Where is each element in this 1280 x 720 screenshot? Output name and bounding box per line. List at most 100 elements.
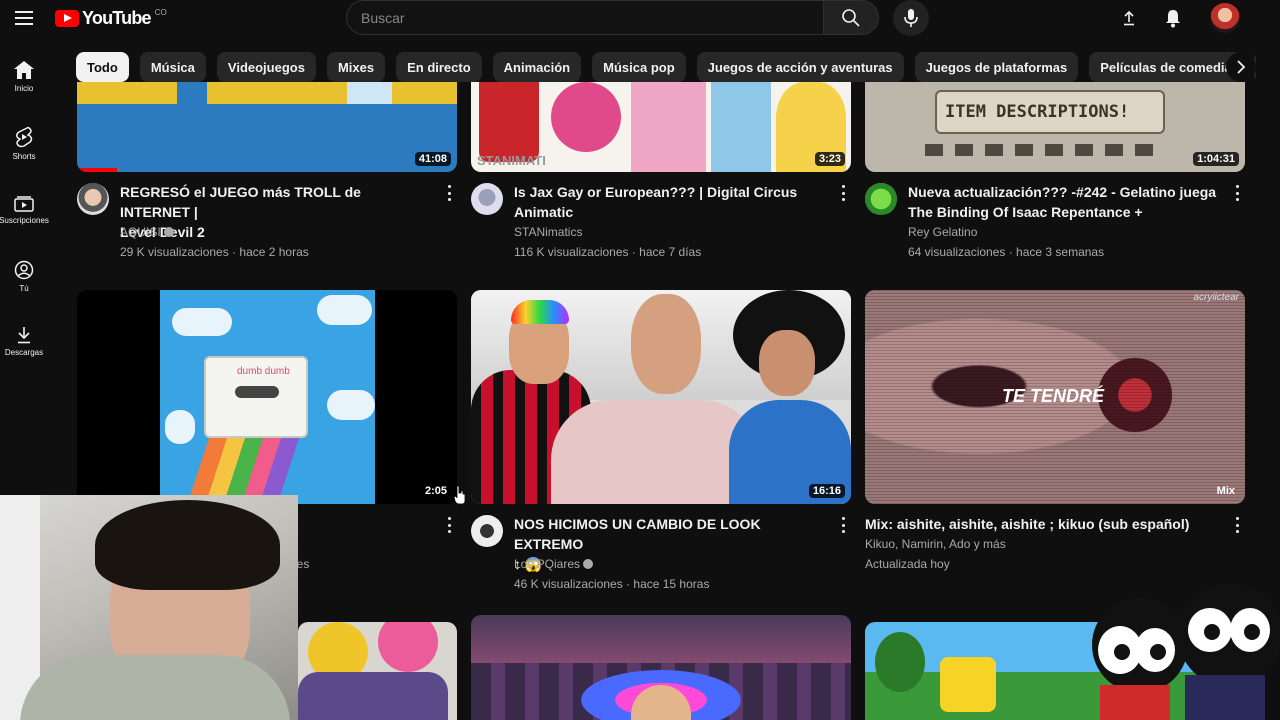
video-thumbnail[interactable]: 16:16: [471, 290, 851, 504]
youtube-app: YouTube CO Inicio Shorts: [0, 0, 1280, 720]
video-duration: Mix: [1216, 485, 1235, 497]
video-stats: 29 K visualizaciones · hace 2 horas: [120, 245, 309, 259]
video-thumbnail[interactable]: TE TENDRÉ acryiictear Mix: [865, 290, 1245, 504]
chip-2[interactable]: Videojuegos: [216, 52, 316, 82]
sidebar-item-you[interactable]: Tú: [0, 260, 48, 293]
account-avatar[interactable]: [1210, 3, 1240, 33]
channel-name[interactable]: STANimatics: [514, 222, 582, 242]
video-thumbnail[interactable]: [298, 622, 457, 720]
channel-name[interactable]: Rey Gelatino: [908, 222, 977, 242]
chip-5[interactable]: Animación: [492, 52, 582, 82]
more-options-icon[interactable]: [447, 517, 451, 533]
youtube-logo-icon: [55, 10, 79, 27]
you-icon: [14, 260, 34, 280]
shorts-icon: [15, 126, 33, 148]
video-duration: 16:16: [808, 484, 845, 498]
verified-icon: [163, 227, 174, 237]
download-icon: [18, 327, 30, 344]
youtube-logo[interactable]: YouTube CO: [55, 8, 167, 29]
channel-avatar[interactable]: [471, 183, 503, 215]
video-stats: 46 K visualizaciones · hace 15 horas: [514, 577, 710, 591]
thumbnail-text: ITEM DESCRIPTIONS!: [945, 102, 1130, 122]
video-title-line: Is Jax Gay or European??? | Digital Circ…: [514, 184, 798, 200]
channel-name-text: AQUISI: [120, 225, 161, 239]
search-box[interactable]: [346, 0, 824, 35]
search-button[interactable]: [823, 0, 879, 35]
video-thumbnail[interactable]: dumb dumb 2:05: [77, 290, 457, 504]
video-duration: 3:23: [814, 152, 845, 166]
more-options-icon[interactable]: [447, 185, 451, 201]
upload-icon: [1124, 10, 1134, 26]
chip-0[interactable]: Todo: [76, 52, 129, 82]
video-title[interactable]: Nueva actualización??? -#242 - Gelatino …: [908, 182, 1228, 222]
sidebar-label: Tú: [19, 284, 29, 293]
more-options-icon[interactable]: [1235, 517, 1239, 533]
sidebar-label: Inicio: [14, 84, 34, 93]
hand-cursor-icon: [453, 485, 466, 505]
more-options-icon[interactable]: [1235, 185, 1239, 201]
video-stats: 116 K visualizaciones · hace 7 días: [514, 245, 702, 259]
sidebar-label: Shorts: [12, 152, 36, 161]
chip-6[interactable]: Música pop: [592, 52, 686, 82]
video-duration: 2:05: [424, 485, 447, 497]
video-thumbnail[interactable]: 41:08: [77, 82, 457, 172]
video-title[interactable]: Mix: aishite, aishite, aishite ; kikuo (…: [865, 514, 1225, 534]
thumbnail-text: dumb dumb: [237, 366, 290, 377]
logo-text: YouTube: [82, 8, 152, 28]
video-duration: 41:08: [414, 152, 451, 166]
channel-name[interactable]: AQUISI: [120, 222, 174, 242]
subscriptions-icon: [14, 196, 34, 212]
microphone-icon: [904, 9, 918, 27]
webcam-overlay: [0, 495, 298, 720]
channel-avatar[interactable]: [471, 515, 503, 547]
video-stats: 64 visualizaciones · hace 3 semanas: [908, 245, 1105, 259]
thumbnail-text: TE TENDRÉ: [1002, 386, 1105, 406]
channel-avatar[interactable]: [865, 183, 897, 215]
thumbnail-watermark: STANIMATI: [477, 153, 546, 168]
home-icon: [14, 61, 34, 79]
video-title[interactable]: Is Jax Gay or European??? | Digital Circ…: [514, 182, 824, 222]
chevron-right-icon: [1237, 60, 1246, 74]
upload-button[interactable]: [1117, 6, 1141, 30]
chip-7[interactable]: Juegos de acción y aventuras: [696, 52, 904, 82]
chip-1[interactable]: Música: [139, 52, 206, 82]
chip-3[interactable]: Mixes: [326, 52, 386, 82]
channel-name[interactable]: Los PQiares: [514, 554, 594, 574]
search-input[interactable]: [361, 9, 823, 26]
video-duration: 1:04:31: [1193, 152, 1239, 166]
more-options-icon[interactable]: [841, 517, 845, 533]
sidebar-item-shorts[interactable]: Shorts: [0, 126, 48, 161]
sidebar-item-downloads[interactable]: Descargas: [0, 326, 48, 357]
sidebar-item-subscriptions[interactable]: Suscripciones: [0, 194, 49, 225]
video-title-line: Mix: aishite, aishite, aishite ; kikuo (…: [865, 516, 1190, 532]
chip-9[interactable]: Películas de comedia: [1089, 52, 1243, 82]
sidebar-item-inicio[interactable]: Inicio: [0, 60, 48, 93]
video-thumbnail[interactable]: STANIMATI 3:23: [471, 82, 851, 172]
chip-4[interactable]: En directo: [396, 52, 482, 82]
channel-name-text: Los PQiares: [514, 557, 581, 571]
video-title-line: Nueva actualización??? -#242 - Gelatino …: [908, 184, 1217, 200]
more-options-icon[interactable]: [841, 185, 845, 201]
verified-icon: [583, 559, 594, 569]
chip-8[interactable]: Juegos de plataformas: [914, 52, 1079, 82]
chips-next-button[interactable]: [1226, 52, 1256, 82]
top-bar: YouTube CO: [0, 0, 1280, 36]
cartoon-overlay: [1092, 583, 1280, 720]
channel-avatar[interactable]: [77, 183, 109, 215]
sidebar-label: Descargas: [4, 348, 44, 357]
video-title-line: NOS HICIMOS UN CAMBIO DE LOOK EXTREMO: [514, 516, 761, 552]
video-stats: Actualizada hoy: [865, 557, 950, 571]
video-thumbnail[interactable]: [471, 615, 851, 720]
logo-country: CO: [154, 8, 167, 17]
notifications-button[interactable]: [1161, 6, 1185, 30]
sidebar-label: Suscripciones: [0, 216, 49, 225]
video-title-line: The Binding Of Isaac Repentance +: [908, 204, 1143, 220]
menu-icon[interactable]: [12, 6, 36, 30]
video-thumbnail[interactable]: ITEM DESCRIPTIONS! 1:04:31: [865, 82, 1245, 172]
video-title-line: REGRESÓ el JUEGO más TROLL de INTERNET |: [120, 184, 361, 220]
bell-icon: [1166, 10, 1180, 28]
category-chips: Todo Música Videojuegos Mixes En directo Anim…: [76, 52, 1256, 82]
channel-name[interactable]: Kikuo, Namirin, Ado y más: [865, 534, 1006, 554]
voice-search-button[interactable]: [893, 0, 929, 36]
search-icon: [842, 8, 860, 27]
